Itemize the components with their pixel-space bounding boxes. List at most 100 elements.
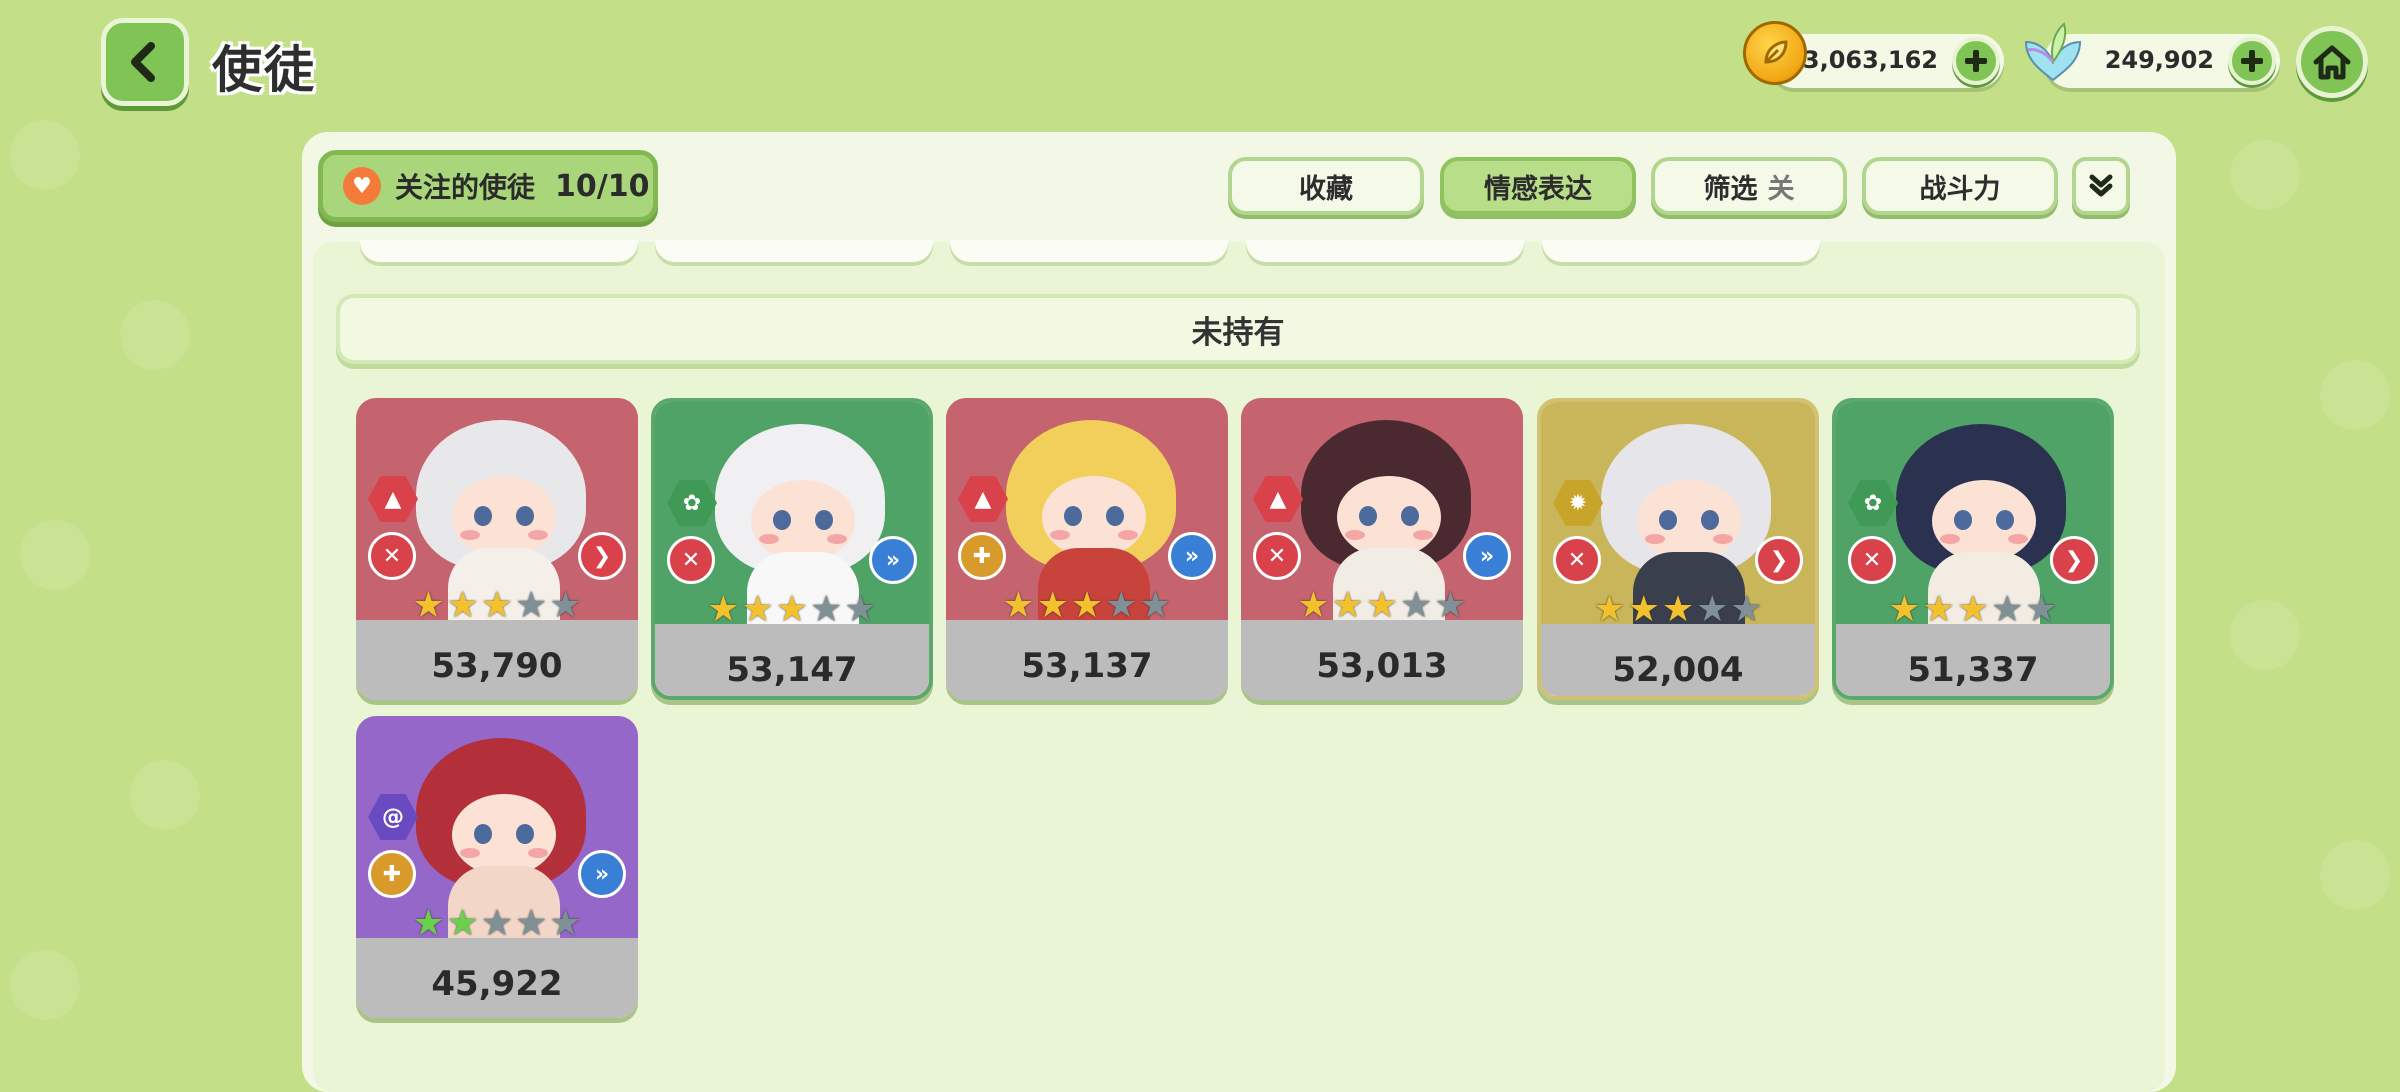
star-icon: ★ xyxy=(844,589,877,630)
speed-icon: » xyxy=(1168,532,1216,580)
star-icon: ★ xyxy=(1593,589,1626,630)
star-icon: ★ xyxy=(549,903,582,944)
star-rating: ★ ★ ★ ★ ★ xyxy=(356,588,638,624)
forward-icon: ❯ xyxy=(2050,536,2098,584)
star-icon: ★ xyxy=(1002,585,1035,626)
apostle-card[interactable]: ✿ ✕ » ★ ★ ★ ★ ★ 53,147 xyxy=(651,398,933,700)
apostle-card[interactable]: ✿ ✕ ❯ ★ ★ ★ ★ ★ 51,337 xyxy=(1832,398,2114,700)
page-title: 使徒 xyxy=(212,41,316,99)
apostle-portrait: ✿ ✕ ❯ ★ ★ ★ ★ ★ xyxy=(1836,402,2110,628)
combat-power: 53,790 xyxy=(356,620,638,700)
star-rating: ★ ★ ★ ★ ★ xyxy=(946,588,1228,624)
combat-power: 53,147 xyxy=(655,624,929,696)
favorites-count: 10/10 xyxy=(555,168,650,204)
tab-emotion[interactable]: 情感表达 xyxy=(1440,157,1636,215)
healer-icon: ✚ xyxy=(958,532,1006,580)
star-icon: ★ xyxy=(1627,589,1660,630)
star-rating: ★ ★ ★ ★ ★ xyxy=(1541,592,1815,628)
card-stub xyxy=(1246,240,1524,262)
star-icon: ★ xyxy=(1070,585,1104,626)
star-icon: ★ xyxy=(1991,589,2024,630)
coin-value: 13,063,162 xyxy=(1786,46,1938,74)
star-icon: ★ xyxy=(446,903,479,944)
star-icon: ★ xyxy=(1297,585,1330,626)
tab-collection[interactable]: 收藏 xyxy=(1228,157,1424,215)
star-icon: ★ xyxy=(412,903,445,944)
apostle-card[interactable]: ▲ ✕ » ★ ★ ★ ★ ★ 53,013 xyxy=(1241,398,1523,700)
tab-label: 筛选 xyxy=(1703,173,1758,205)
star-icon: ★ xyxy=(2025,589,2058,630)
forward-icon: ❯ xyxy=(1755,536,1803,584)
star-icon: ★ xyxy=(515,585,548,626)
healer-icon: ✚ xyxy=(368,850,416,898)
card-stub xyxy=(360,240,638,262)
add-coins-button[interactable] xyxy=(1952,37,2000,85)
card-stub xyxy=(950,240,1228,262)
apostle-card[interactable]: ✹ ✕ ❯ ★ ★ ★ ★ ★ 52,004 xyxy=(1537,398,1819,700)
character-face xyxy=(1042,476,1146,558)
apostle-portrait: ▲ ✚ » ★ ★ ★ ★ ★ xyxy=(946,398,1228,624)
double-chevron-down-icon xyxy=(2089,174,2113,197)
star-icon: ★ xyxy=(1888,589,1921,630)
star-icon: ★ xyxy=(480,585,514,626)
character-face xyxy=(452,476,556,558)
star-icon: ★ xyxy=(480,903,514,944)
star-icon: ★ xyxy=(775,589,809,630)
favorite-apostles-button[interactable]: ♥ 关注的使徒 10/10 xyxy=(318,150,658,222)
sun-icon: ✹ xyxy=(1553,480,1603,526)
tab-label: 收藏 xyxy=(1299,173,1353,205)
apostle-portrait: ✿ ✕ » ★ ★ ★ ★ ★ xyxy=(655,402,929,628)
tab-label: 情感表达 xyxy=(1484,173,1592,205)
card-stub xyxy=(1542,240,1820,262)
apostle-portrait: ▲ ✕ » ★ ★ ★ ★ ★ xyxy=(1241,398,1523,624)
character-face xyxy=(452,794,556,876)
filter-button[interactable]: 筛选 关 xyxy=(1651,157,1847,215)
clover-icon: ✿ xyxy=(1848,480,1898,526)
star-icon: ★ xyxy=(1922,589,1955,630)
star-rating: ★ ★ ★ ★ ★ xyxy=(1836,592,2110,628)
back-button[interactable] xyxy=(101,18,189,106)
star-icon: ★ xyxy=(1365,585,1399,626)
home-button[interactable] xyxy=(2296,26,2368,98)
attack-icon: ✕ xyxy=(1553,536,1601,584)
star-icon: ★ xyxy=(741,589,774,630)
chevron-left-icon xyxy=(131,42,155,82)
apostle-card[interactable]: ▲ ✚ » ★ ★ ★ ★ ★ 53,137 xyxy=(946,398,1228,700)
star-rating: ★ ★ ★ ★ ★ xyxy=(356,906,638,942)
apostle-card[interactable]: @ ✚ » ★ ★ ★ ★ ★ 45,922 xyxy=(356,716,638,1018)
star-icon: ★ xyxy=(1331,585,1364,626)
clover-icon: ✿ xyxy=(667,480,717,526)
fire-icon: ▲ xyxy=(958,476,1008,522)
sort-power-button[interactable]: 战斗力 xyxy=(1862,157,2058,215)
character-face xyxy=(1637,480,1741,562)
attack-icon: ✕ xyxy=(667,536,715,584)
combat-power: 52,004 xyxy=(1541,624,1815,696)
fire-icon: ▲ xyxy=(368,476,418,522)
tab-label: 战斗力 xyxy=(1919,173,2001,205)
star-icon: ★ xyxy=(1696,589,1729,630)
speed-icon: » xyxy=(1463,532,1511,580)
star-icon: ★ xyxy=(1434,585,1467,626)
apostle-card[interactable]: ▲ ✕ ❯ ★ ★ ★ ★ ★ 53,790 xyxy=(356,398,638,700)
expand-button[interactable] xyxy=(2072,157,2130,215)
section-header-not-owned: 未持有 xyxy=(336,294,2140,364)
attack-icon: ✕ xyxy=(1253,532,1301,580)
star-rating: ★ ★ ★ ★ ★ xyxy=(655,592,929,628)
swirl-icon: @ xyxy=(368,794,418,840)
favorites-label: 关注的使徒 xyxy=(395,171,536,204)
star-icon: ★ xyxy=(1730,589,1763,630)
star-icon: ★ xyxy=(1139,585,1172,626)
coin-icon xyxy=(1743,21,1807,85)
apostle-portrait: ✹ ✕ ❯ ★ ★ ★ ★ ★ xyxy=(1541,402,1815,628)
card-stub xyxy=(655,240,933,262)
combat-power: 51,337 xyxy=(1836,624,2110,696)
star-icon: ★ xyxy=(412,585,445,626)
add-gems-button[interactable] xyxy=(2228,37,2276,85)
apostle-portrait: ▲ ✕ ❯ ★ ★ ★ ★ ★ xyxy=(356,398,638,624)
star-rating: ★ ★ ★ ★ ★ xyxy=(1241,588,1523,624)
star-icon: ★ xyxy=(1105,585,1138,626)
combat-power: 53,013 xyxy=(1241,620,1523,700)
gem-value: 249,902 xyxy=(2104,46,2214,74)
star-icon: ★ xyxy=(1036,585,1069,626)
speed-icon: » xyxy=(869,536,917,584)
